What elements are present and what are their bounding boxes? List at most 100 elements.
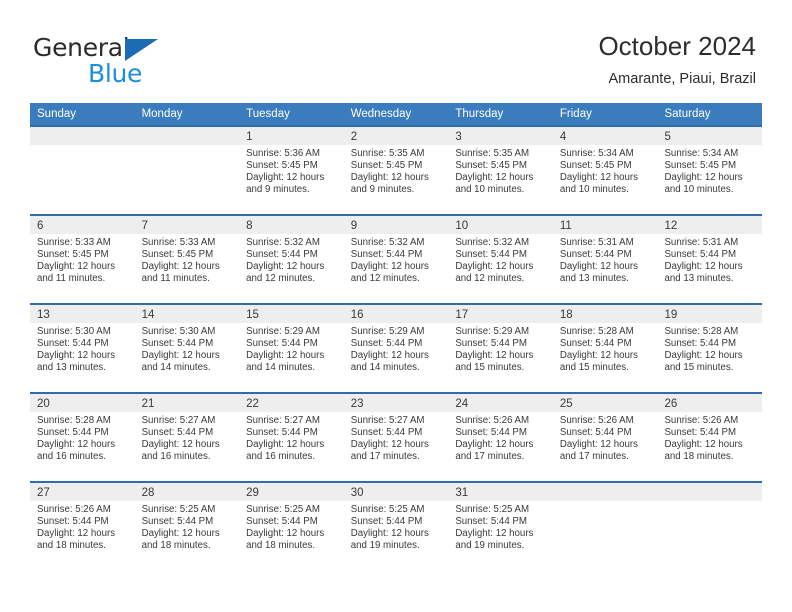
day-cell[interactable]: 28 Sunrise: 5:25 AM Sunset: 5:44 PM Dayligh…: [134, 481, 240, 570]
daylight-text-line1: Daylight: 12 hours: [664, 438, 743, 450]
day-info: Sunrise: 5:26 AM Sunset: 5:44 PM Daylight:…: [553, 412, 658, 463]
day-number-band: 22: [239, 394, 344, 412]
calendar-week-row: 6 Sunrise: 5:33 AM Sunset: 5:45 PM Daylight…: [30, 214, 763, 303]
sunrise-text: Sunrise: 5:31 AM: [559, 237, 634, 248]
sunrise-text: Sunrise: 5:28 AM: [559, 326, 634, 337]
day-cell[interactable]: 9 Sunrise: 5:32 AM Sunset: 5:44 PM Daylight…: [343, 214, 449, 303]
daylight-text-line1: Daylight: 12 hours: [559, 260, 638, 272]
sunset-text: Sunset: 5:44 PM: [664, 426, 737, 438]
sunrise-text: Sunrise: 5:27 AM: [350, 415, 425, 426]
day-cell[interactable]: 12 Sunrise: 5:31 AM Sunset: 5:44 PM Dayligh…: [657, 214, 763, 303]
day-number: 13: [37, 309, 50, 321]
day-number: 28: [141, 487, 155, 499]
day-number-band: 24: [448, 394, 553, 412]
day-number-band: 27: [30, 483, 135, 501]
day-cell[interactable]: 27 Sunrise: 5:26 AM Sunset: 5:44 PM Dayligh…: [30, 481, 135, 570]
day-cell[interactable]: 14 Sunrise: 5:30 AM Sunset: 5:44 PM Dayligh…: [134, 303, 240, 392]
day-cell[interactable]: 24 Sunrise: 5:26 AM Sunset: 5:44 PM Dayligh…: [448, 392, 553, 481]
daylight-text-line1: Daylight: 12 hours: [455, 527, 534, 539]
weekday-header-monday: Monday: [141, 108, 183, 120]
day-cell[interactable]: 16 Sunrise: 5:29 AM Sunset: 5:44 PM Dayligh…: [343, 303, 449, 392]
day-number-band: 28: [134, 483, 240, 501]
daylight-text-line2: and 11 minutes.: [37, 272, 106, 284]
day-cell[interactable]: 4 Sunrise: 5:34 AM Sunset: 5:45 PM Daylight…: [552, 125, 658, 214]
day-cell[interactable]: 30 Sunrise: 5:25 AM Sunset: 5:44 PM Dayligh…: [343, 481, 449, 570]
sunset-text: Sunset: 5:44 PM: [141, 337, 214, 349]
day-cell[interactable]: 18 Sunrise: 5:28 AM Sunset: 5:44 PM Dayligh…: [552, 303, 658, 392]
sunset-text: Sunset: 5:44 PM: [37, 515, 109, 527]
day-number-band: [657, 483, 763, 501]
day-cell[interactable]: 6 Sunrise: 5:33 AM Sunset: 5:45 PM Daylight…: [30, 214, 135, 303]
calendar-week-row: 27 Sunrise: 5:26 AM Sunset: 5:44 PM Dayligh…: [30, 481, 763, 570]
day-info: Sunrise: 5:27 AM Sunset: 5:44 PM Daylight:…: [344, 412, 449, 463]
day-info: Sunrise: 5:28 AM Sunset: 5:44 PM Daylight:…: [553, 323, 658, 374]
day-cell[interactable]: 20 Sunrise: 5:28 AM Sunset: 5:44 PM Dayligh…: [30, 392, 135, 481]
day-cell[interactable]: 17 Sunrise: 5:29 AM Sunset: 5:44 PM Dayligh…: [448, 303, 553, 392]
day-cell[interactable]: 31 Sunrise: 5:25 AM Sunset: 5:44 PM Dayligh…: [448, 481, 553, 570]
day-info: Sunrise: 5:31 AM Sunset: 5:44 PM Daylight:…: [553, 234, 658, 285]
day-cell[interactable]: 5 Sunrise: 5:34 AM Sunset: 5:45 PM Daylight…: [657, 125, 763, 214]
day-info: Sunrise: 5:26 AM Sunset: 5:44 PM Daylight:…: [30, 501, 135, 552]
day-cell[interactable]: 25 Sunrise: 5:26 AM Sunset: 5:44 PM Dayligh…: [552, 392, 658, 481]
day-cell[interactable]: 15 Sunrise: 5:29 AM Sunset: 5:44 PM Dayligh…: [239, 303, 344, 392]
day-number: 10: [455, 220, 469, 232]
sunrise-text: Sunrise: 5:25 AM: [455, 504, 530, 515]
day-number: 7: [141, 220, 148, 232]
day-cell[interactable]: 21 Sunrise: 5:27 AM Sunset: 5:44 PM Dayligh…: [134, 392, 240, 481]
day-number-band: [552, 483, 658, 501]
sunset-text: Sunset: 5:44 PM: [246, 337, 318, 349]
sunset-text: Sunset: 5:45 PM: [455, 159, 527, 171]
day-number-band: 4: [552, 127, 658, 145]
day-number-band: 6: [30, 216, 135, 234]
daylight-text-line2: and 13 minutes.: [664, 272, 734, 284]
sunset-text: Sunset: 5:44 PM: [141, 515, 214, 527]
day-number-band: [30, 127, 135, 145]
sunrise-text: Sunrise: 5:25 AM: [246, 504, 320, 515]
weekday-header-sunday: Sunday: [37, 108, 77, 120]
day-info: Sunrise: 5:30 AM Sunset: 5:44 PM Daylight:…: [135, 323, 240, 374]
sunset-text: Sunset: 5:45 PM: [37, 248, 109, 260]
daylight-text-line2: and 16 minutes.: [37, 450, 106, 462]
day-number-band: 14: [134, 305, 240, 323]
day-number: 26: [664, 398, 678, 410]
day-cell[interactable]: 26 Sunrise: 5:26 AM Sunset: 5:44 PM Dayligh…: [657, 392, 763, 481]
day-cell-empty: [552, 481, 658, 570]
day-number-band: 13: [30, 305, 135, 323]
general-blue-logo[interactable]: General Blue: [33, 33, 213, 88]
sunset-text: Sunset: 5:44 PM: [559, 248, 632, 260]
day-info: Sunrise: 5:29 AM Sunset: 5:44 PM Daylight:…: [344, 323, 449, 374]
day-info: Sunrise: 5:25 AM Sunset: 5:44 PM Daylight:…: [448, 501, 553, 552]
day-cell[interactable]: 11 Sunrise: 5:31 AM Sunset: 5:44 PM Dayligh…: [552, 214, 658, 303]
day-cell[interactable]: 8 Sunrise: 5:32 AM Sunset: 5:44 PM Daylight…: [239, 214, 344, 303]
day-info: Sunrise: 5:25 AM Sunset: 5:44 PM Daylight:…: [239, 501, 344, 552]
day-number-band: 26: [657, 394, 763, 412]
day-cell[interactable]: 1 Sunrise: 5:36 AM Sunset: 5:45 PM Daylight…: [239, 125, 344, 214]
daylight-text-line1: Daylight: 12 hours: [455, 438, 534, 450]
day-number-band: 9: [343, 216, 449, 234]
day-cell[interactable]: 2 Sunrise: 5:35 AM Sunset: 5:45 PM Daylight…: [343, 125, 449, 214]
day-number-band: 21: [134, 394, 240, 412]
page-header: General Blue October 2024 Amarante, Piau…: [0, 0, 792, 98]
day-cell[interactable]: 19 Sunrise: 5:28 AM Sunset: 5:44 PM Dayligh…: [657, 303, 763, 392]
day-info: Sunrise: 5:25 AM Sunset: 5:44 PM Daylight:…: [135, 501, 240, 552]
day-info: Sunrise: 5:30 AM Sunset: 5:44 PM Daylight:…: [30, 323, 135, 374]
day-number: 4: [559, 131, 567, 143]
day-cell[interactable]: 23 Sunrise: 5:27 AM Sunset: 5:44 PM Dayligh…: [343, 392, 449, 481]
day-info: Sunrise: 5:31 AM Sunset: 5:44 PM Daylight:…: [657, 234, 762, 285]
day-cell[interactable]: 3 Sunrise: 5:35 AM Sunset: 5:45 PM Daylight…: [448, 125, 553, 214]
sunrise-text: Sunrise: 5:32 AM: [455, 237, 530, 248]
daylight-text-line1: Daylight: 12 hours: [559, 171, 638, 183]
sunset-text: Sunset: 5:44 PM: [559, 426, 632, 438]
day-cell[interactable]: 13 Sunrise: 5:30 AM Sunset: 5:44 PM Dayligh…: [30, 303, 135, 392]
daylight-text-line1: Daylight: 12 hours: [246, 438, 325, 450]
sunrise-text: Sunrise: 5:29 AM: [350, 326, 425, 337]
page-title: October 2024: [598, 31, 756, 61]
day-number: 6: [37, 220, 44, 232]
day-cell[interactable]: 29 Sunrise: 5:25 AM Sunset: 5:44 PM Dayligh…: [239, 481, 344, 570]
day-number: 5: [664, 131, 671, 143]
day-cell[interactable]: 7 Sunrise: 5:33 AM Sunset: 5:45 PM Daylight…: [134, 214, 240, 303]
daylight-text-line2: and 19 minutes.: [455, 539, 525, 551]
day-cell[interactable]: 22 Sunrise: 5:27 AM Sunset: 5:44 PM Dayligh…: [239, 392, 344, 481]
day-cell[interactable]: 10 Sunrise: 5:32 AM Sunset: 5:44 PM Dayligh…: [448, 214, 553, 303]
day-info: Sunrise: 5:35 AM Sunset: 5:45 PM Daylight:…: [344, 145, 449, 196]
